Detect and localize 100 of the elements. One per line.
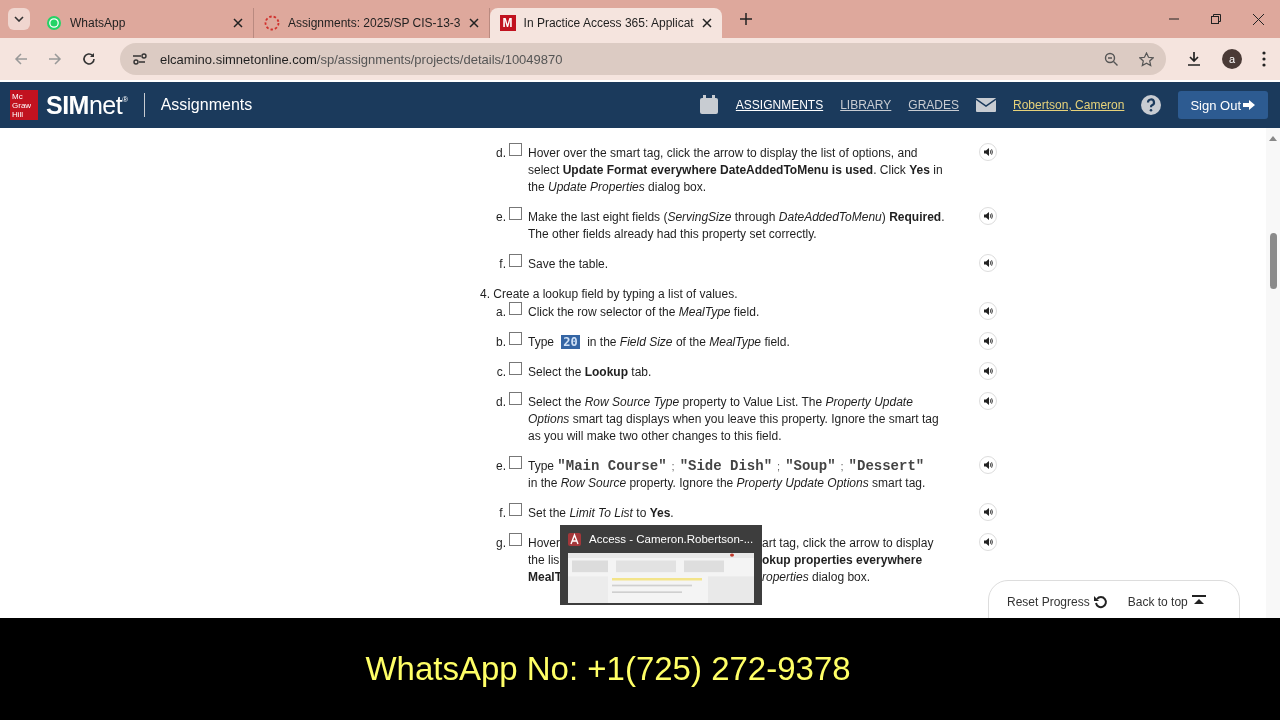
step-letter: e.: [495, 458, 506, 475]
back-to-top-button[interactable]: Back to top: [1127, 593, 1206, 611]
publisher-logo: Mc Graw Hill: [10, 90, 38, 120]
browser-tab[interactable]: M In Practice Access 365: Applicat: [489, 8, 722, 38]
address-bar[interactable]: elcamino.simnetonline.com/sp/assignments/projects/details/10049870: [120, 43, 1166, 75]
nav-link[interactable]: LIBRARY: [840, 98, 892, 112]
step-text: Save the table.: [528, 257, 609, 271]
speaker-icon: [983, 148, 993, 156]
zoom-icon[interactable]: [1104, 51, 1119, 67]
speaker-icon: [983, 461, 993, 469]
undo-icon: [1093, 595, 1108, 609]
tab-logo: M: [499, 15, 516, 31]
step-text: Hover over the smart tag, click the arrow to display the list of options, and select Update Format everywhere DateAddedToMenu is used. Click Yes in the Update Properties dialog box.: [528, 146, 943, 194]
site-settings-icon[interactable]: [132, 52, 148, 66]
checkbox[interactable]: [509, 207, 522, 220]
speaker-button[interactable]: [979, 456, 997, 474]
speaker-icon: [983, 367, 993, 375]
restore-icon[interactable]: [1211, 14, 1221, 24]
speaker-button[interactable]: [979, 503, 997, 521]
speaker-icon: [983, 259, 993, 267]
menu-icon[interactable]: [1262, 51, 1266, 67]
scroll-thumb[interactable]: [1269, 233, 1277, 289]
checkbox[interactable]: [509, 332, 522, 345]
tab-search-button[interactable]: [8, 8, 30, 30]
speaker-button[interactable]: [979, 207, 997, 225]
checkbox[interactable]: [509, 143, 522, 156]
download-icon[interactable]: [1186, 51, 1202, 67]
checkbox[interactable]: [509, 392, 522, 405]
step-text: Make the last eight fields (ServingSize through DateAddedToMenu) Required. The other fields already had this property set correctly.: [528, 210, 945, 241]
step-text: Click the row selector of the MealType field.: [528, 305, 760, 319]
step-text: roperties dialog box.: [762, 569, 871, 586]
step-text: Select the Lookup tab.: [528, 365, 652, 379]
sign-out-button[interactable]: Sign Out: [1178, 91, 1268, 119]
step-text: art tag, click the arrow to display: [762, 535, 934, 552]
speaker-icon: [983, 307, 993, 315]
step-letter: f.: [498, 505, 506, 522]
whatsapp-icon: [46, 15, 62, 31]
speaker-button[interactable]: [979, 302, 997, 320]
close-icon[interactable]: [701, 18, 712, 28]
step-text: Select the Row Source Type property to Value List. The Property Update Options smart tag displays when you leave this property. Ignore the smart tag as you will make two other changes to this field.: [528, 395, 939, 443]
caret-icon: [14, 16, 24, 22]
checkbox[interactable]: [509, 456, 522, 469]
new-tab-icon[interactable]: [739, 13, 752, 25]
section-title: Assignments: [143, 93, 253, 117]
speaker-button[interactable]: [979, 392, 997, 410]
speaker-button[interactable]: [979, 143, 997, 161]
taskbar-preview[interactable]: Access - Cameron.Robertson-...: [560, 525, 762, 605]
profile-avatar[interactable]: a: [1222, 49, 1242, 69]
step-text: Type "Main Course" ; "Side Dish" ; "Soup" ; "Dessert" in the Row Source property. Ignore the Property Update Options smart tag.: [528, 459, 926, 490]
checkbox[interactable]: [509, 302, 522, 315]
step-text: Set the Limit To List to Yes.: [528, 506, 674, 520]
nav-link[interactable]: ASSIGNMENTS: [735, 98, 824, 112]
step-letter: e.: [495, 209, 506, 226]
preview-title: Access - Cameron.Robertson-...: [589, 531, 754, 547]
exit-icon: [1243, 99, 1256, 111]
app-icon: [568, 532, 581, 546]
loading-icon: [264, 15, 280, 31]
close-icon[interactable]: [1253, 13, 1264, 25]
tab-title: WhatsApp: [70, 16, 127, 30]
speaker-icon: [983, 212, 993, 220]
step-letter: f.: [498, 256, 506, 273]
speaker-icon: [983, 538, 993, 546]
speaker-icon: [983, 508, 993, 516]
step-text: Hover: [528, 535, 560, 552]
checkbox[interactable]: [509, 362, 522, 375]
step-text: the lis: [528, 552, 560, 569]
checkbox[interactable]: [509, 254, 522, 267]
step-letter: c.: [495, 364, 506, 381]
step-letter: a.: [495, 304, 506, 321]
speaker-button[interactable]: [979, 362, 997, 380]
nav-link[interactable]: GRADES: [908, 98, 959, 112]
tab-title: Assignments: 2025/SP CIS-13-3: [288, 16, 461, 30]
close-icon[interactable]: [468, 18, 479, 28]
help-icon[interactable]: [1141, 95, 1162, 115]
checkbox[interactable]: [509, 533, 522, 546]
reset-progress-button[interactable]: Reset Progress: [1007, 593, 1108, 611]
star-icon[interactable]: [1139, 51, 1154, 67]
step-letter: g.: [495, 535, 506, 552]
step-letter: b.: [495, 334, 506, 351]
close-icon[interactable]: [233, 18, 243, 28]
calendar-icon[interactable]: [698, 95, 719, 115]
checkbox[interactable]: [509, 503, 522, 516]
url-text: elcamino.simnetonline.com/sp/assignments/projects/details/10049870: [160, 51, 564, 67]
step-heading: 4. Create a lookup field by typing a list of values.: [480, 286, 739, 303]
speaker-button[interactable]: [979, 254, 997, 272]
speaker-button[interactable]: [979, 533, 997, 551]
brand-logo: SIMnet$^{®}$: [46, 90, 128, 120]
reload-icon[interactable]: [82, 52, 96, 66]
step-text: okup properties everywhere: [762, 552, 923, 569]
tab-title: In Practice Access 365: Applicat: [523, 16, 694, 30]
step-letter: d.: [495, 145, 506, 162]
step-text: MealT: [528, 569, 562, 586]
speaker-button[interactable]: [979, 332, 997, 350]
speaker-icon: [983, 337, 993, 345]
caption-text: WhatsApp No: +1(725) 272-9378: [365, 650, 851, 688]
user-link[interactable]: Robertson, Cameron: [1013, 98, 1125, 112]
speaker-icon: [983, 397, 993, 405]
scrollbar[interactable]: [1266, 128, 1280, 618]
mail-icon[interactable]: [976, 97, 996, 113]
scroll-up-icon[interactable]: [1269, 136, 1277, 141]
